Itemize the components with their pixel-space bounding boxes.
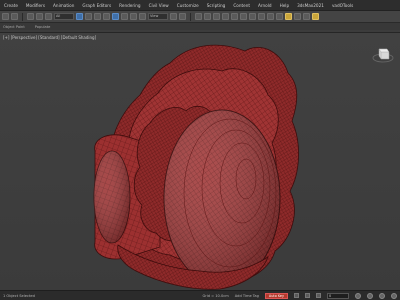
pivot-center-icon[interactable]: [170, 13, 177, 20]
bind-spacewarp-icon[interactable]: [45, 13, 52, 20]
layer-explorer-icon[interactable]: [258, 13, 265, 20]
select-object-icon[interactable]: [76, 13, 83, 20]
mirror-icon[interactable]: [240, 13, 247, 20]
spinner-snap-icon[interactable]: [222, 13, 229, 20]
go-to-end-icon[interactable]: [316, 293, 321, 298]
schematic-view-icon[interactable]: [276, 13, 283, 20]
select-place-icon[interactable]: [139, 13, 146, 20]
selection-filter-dropdown[interactable]: All: [54, 13, 74, 20]
angle-snap-icon[interactable]: [204, 13, 211, 20]
menu-item-graph-editors[interactable]: Graph Editors: [78, 3, 115, 8]
menu-item-scripting[interactable]: Scripting: [203, 3, 230, 8]
menu-item-rendering[interactable]: Rendering: [115, 3, 144, 8]
select-manipulate-icon[interactable]: [179, 13, 186, 20]
perspective-viewport[interactable]: [+] [Perspective] [Standard] [Default Sh…: [0, 32, 400, 291]
link-icon[interactable]: [27, 13, 34, 20]
maximize-viewport-icon[interactable]: [391, 292, 397, 299]
percent-snap-icon[interactable]: [213, 13, 220, 20]
ribbon-tab-populate[interactable]: Populate: [35, 25, 51, 29]
orbit-icon[interactable]: [367, 292, 373, 299]
grid-size-text: Grid = 10.0cm: [202, 293, 229, 298]
edit-named-selection-icon[interactable]: [231, 13, 238, 20]
status-bar: 1 Object Selected Grid = 10.0cm Add Time…: [0, 290, 400, 300]
menu-item-animation[interactable]: Animation: [49, 3, 78, 8]
window-crossing-icon[interactable]: [103, 13, 110, 20]
rendered-frame-window-icon[interactable]: [303, 13, 310, 20]
3dsmax-window: Create Modifiers Animation Graph Editors…: [0, 0, 400, 300]
ribbon-panel: Object Paint Populate: [0, 23, 400, 30]
menu-item-content[interactable]: Content: [229, 3, 254, 8]
3d-model-mesh[interactable]: [0, 33, 400, 291]
unlink-icon[interactable]: [36, 13, 43, 20]
play-icon[interactable]: [305, 293, 310, 298]
select-by-name-icon[interactable]: [85, 13, 92, 20]
menu-item-arnold[interactable]: Arnold: [254, 3, 276, 8]
ribbon-tab-object-paint[interactable]: Object Paint: [3, 25, 25, 29]
toolbar-divider: [22, 12, 23, 21]
menu-item-vadotools[interactable]: vadOTools: [328, 3, 357, 8]
reference-coordinate-dropdown[interactable]: View: [148, 13, 168, 20]
redo-icon[interactable]: [11, 13, 18, 20]
render-setup-icon[interactable]: [294, 13, 301, 20]
zoom-icon[interactable]: [355, 292, 361, 299]
toolbar-divider: [190, 12, 191, 21]
material-editor-icon[interactable]: [285, 13, 292, 20]
menu-bar: Create Modifiers Animation Graph Editors…: [0, 0, 400, 11]
select-scale-icon[interactable]: [130, 13, 137, 20]
current-frame-field[interactable]: 0: [327, 292, 349, 299]
curve-editor-icon[interactable]: [267, 13, 274, 20]
front-dome: [163, 109, 281, 287]
menu-item-create[interactable]: Create: [0, 3, 22, 8]
go-to-start-icon[interactable]: [294, 293, 299, 298]
select-rotate-icon[interactable]: [121, 13, 128, 20]
add-time-tag-button[interactable]: Add Time Tag: [235, 294, 259, 298]
render-production-icon[interactable]: [312, 13, 319, 20]
selection-status-text: 1 Object Selected: [3, 293, 35, 298]
pan-icon[interactable]: [379, 292, 385, 299]
rectangle-selection-icon[interactable]: [94, 13, 101, 20]
main-toolbar: All View: [0, 11, 400, 23]
menu-item-civil-view[interactable]: Civil View: [145, 3, 173, 8]
menu-item-help[interactable]: Help: [276, 3, 294, 8]
menu-item-3dsmax2021[interactable]: 3dsMax2021: [293, 3, 328, 8]
select-move-icon[interactable]: [112, 13, 119, 20]
snaps-toggle-icon[interactable]: [195, 13, 202, 20]
align-icon[interactable]: [249, 13, 256, 20]
menu-item-customize[interactable]: Customize: [173, 3, 203, 8]
undo-icon[interactable]: [2, 13, 9, 20]
auto-key-button[interactable]: Auto Key: [264, 292, 288, 299]
menu-item-modifiers[interactable]: Modifiers: [22, 3, 49, 8]
